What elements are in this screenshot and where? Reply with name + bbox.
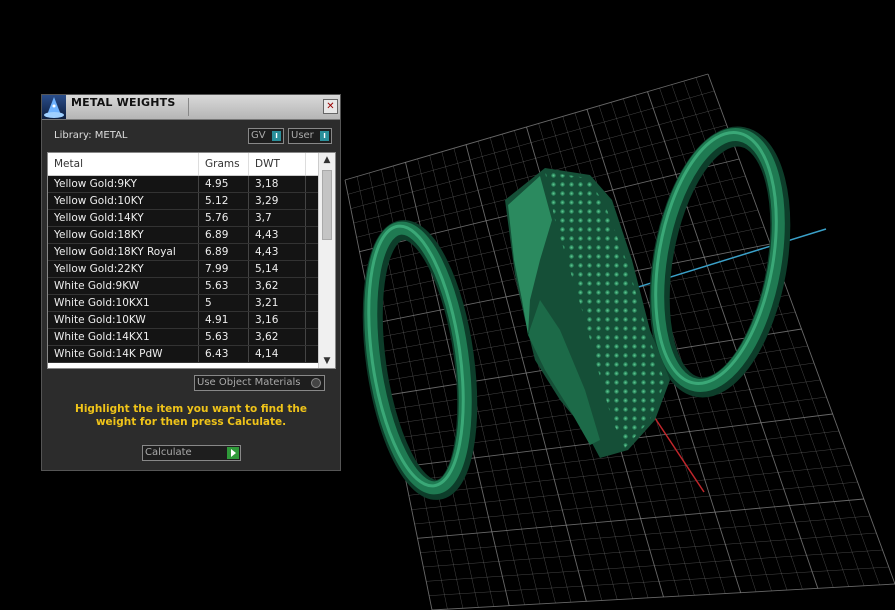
grams-cell: 6.89 <box>199 244 249 260</box>
gv-toggle-button[interactable]: GV I <box>248 128 284 144</box>
metal-cell: White Gold:14KX1 <box>48 329 199 345</box>
left-ring-band[interactable] <box>354 220 482 500</box>
grams-cell: 5.63 <box>199 329 249 345</box>
dwt-cell: 3,16 <box>249 312 306 328</box>
dwt-cell: 4,14 <box>249 346 306 362</box>
calculate-button[interactable]: Calculate <box>142 445 241 461</box>
grams-cell: 5.63 <box>199 278 249 294</box>
table-row[interactable]: Yellow Gold:18KY 6.89 4,43 <box>48 227 319 244</box>
grams-cell: 6.89 <box>199 227 249 243</box>
table-row[interactable]: Yellow Gold:14KY 5.76 3,7 <box>48 210 319 227</box>
grid-line <box>695 77 880 585</box>
grams-cell: 4.91 <box>199 312 249 328</box>
calculate-label: Calculate <box>145 447 192 458</box>
use-object-materials-label: Use Object Materials <box>197 377 301 388</box>
gv-toggle-icon: I <box>272 131 281 141</box>
metal-cell: White Gold:10KW <box>48 312 199 328</box>
metal-cell: Yellow Gold:9KY <box>48 176 199 192</box>
wizard-hat-icon <box>42 95 66 119</box>
table-row[interactable]: Yellow Gold:22KY 7.99 5,14 <box>48 261 319 278</box>
table-row[interactable]: White Gold:9KW 5.63 3,62 <box>48 278 319 295</box>
metal-table[interactable]: Metal Grams DWT Yellow Gold:9KY 4.95 3,18 Y… <box>47 152 336 369</box>
dwt-cell: 4,43 <box>249 244 306 260</box>
dwt-cell: 3,18 <box>249 176 306 192</box>
grams-cell: 6.43 <box>199 346 249 362</box>
table-row[interactable]: White Gold:14K PdW 6.43 4,14 <box>48 346 319 363</box>
scroll-up-icon[interactable]: ▲ <box>319 153 335 167</box>
table-row[interactable]: White Gold:10KX1 5 3,21 <box>48 295 319 312</box>
scroll-thumb[interactable] <box>322 170 332 240</box>
metal-cell: White Gold:9KW <box>48 278 199 294</box>
metal-cell: Yellow Gold:18KY <box>48 227 199 243</box>
column-header-grams[interactable]: Grams <box>199 153 249 175</box>
instruction-text: Highlight the item you want to find the … <box>75 403 307 428</box>
metal-cell: White Gold:10KX1 <box>48 295 199 311</box>
user-toggle-icon: I <box>320 131 329 141</box>
table-body: Yellow Gold:9KY 4.95 3,18 Yellow Gold:10KY 5… <box>48 176 319 363</box>
metal-cell: Yellow Gold:18KY Royal <box>48 244 199 260</box>
metal-cell: Yellow Gold:14KY <box>48 210 199 226</box>
dwt-cell: 3,62 <box>249 278 306 294</box>
table-row[interactable]: Yellow Gold:9KY 4.95 3,18 <box>48 176 319 193</box>
grid-line <box>420 515 871 553</box>
grams-cell: 4.95 <box>199 176 249 192</box>
metal-cell: White Gold:14K PdW <box>48 346 199 362</box>
table-row[interactable]: Yellow Gold:10KY 5.12 3,29 <box>48 193 319 210</box>
column-header-dwt[interactable]: DWT <box>249 153 306 175</box>
library-label: Library: METAL <box>54 130 128 141</box>
titlebar-divider <box>188 98 189 116</box>
grid-line <box>429 566 889 596</box>
grid-line <box>414 481 858 525</box>
gv-label: GV <box>251 130 266 141</box>
dwt-cell: 5,14 <box>249 261 306 277</box>
use-object-materials-toggle[interactable]: Use Object Materials <box>194 375 325 391</box>
dwt-cell: 3,29 <box>249 193 306 209</box>
dwt-cell: 3,62 <box>249 329 306 345</box>
dwt-cell: 3,7 <box>249 210 306 226</box>
user-toggle-button[interactable]: User I <box>288 128 332 144</box>
play-icon <box>227 447 239 459</box>
metal-weights-panel: METAL WEIGHTS ✕ Library: METAL GV I User… <box>41 94 341 471</box>
close-button[interactable]: ✕ <box>323 99 338 114</box>
grid-line <box>431 583 895 610</box>
table-scrollbar[interactable]: ▲ ▼ <box>318 153 335 368</box>
grid-line <box>417 498 864 539</box>
grid-line <box>707 73 895 585</box>
user-label: User <box>291 130 314 141</box>
table-header: Metal Grams DWT <box>48 153 319 176</box>
table-row[interactable]: White Gold:14KX1 5.63 3,62 <box>48 329 319 346</box>
metal-cell: Yellow Gold:22KY <box>48 261 199 277</box>
dwt-cell: 3,21 <box>249 295 306 311</box>
table-row[interactable]: White Gold:10KW 4.91 3,16 <box>48 312 319 329</box>
panel-title: METAL WEIGHTS <box>71 96 176 109</box>
dwt-cell: 4,43 <box>249 227 306 243</box>
center-ring-band[interactable] <box>505 168 670 458</box>
grams-cell: 5.76 <box>199 210 249 226</box>
grams-cell: 5.12 <box>199 193 249 209</box>
radio-icon <box>311 378 321 388</box>
metal-cell: Yellow Gold:10KY <box>48 193 199 209</box>
column-header-metal[interactable]: Metal <box>48 153 199 175</box>
scroll-down-icon[interactable]: ▼ <box>319 354 335 368</box>
grams-cell: 5 <box>199 295 249 311</box>
panel-titlebar[interactable]: METAL WEIGHTS ✕ <box>42 95 340 120</box>
table-row[interactable]: Yellow Gold:18KY Royal 6.89 4,43 <box>48 244 319 261</box>
grams-cell: 7.99 <box>199 261 249 277</box>
